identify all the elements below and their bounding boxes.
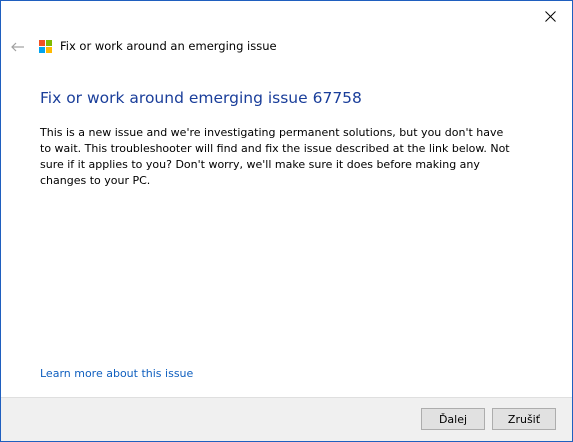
issue-description: This is a new issue and we're investigat…	[40, 126, 510, 187]
learn-more-link[interactable]: Learn more about this issue	[40, 367, 193, 380]
close-button[interactable]	[532, 5, 568, 27]
page-title: Fix or work around emerging issue 67758	[40, 89, 362, 107]
window-header: Fix or work around an emerging issue	[39, 39, 277, 53]
back-button[interactable]	[9, 37, 27, 55]
troubleshooter-window: Fix or work around an emerging issue Fix…	[0, 0, 573, 442]
next-button[interactable]: Ďalej	[421, 408, 485, 430]
button-bar: Ďalej Zrušiť	[1, 397, 572, 441]
windows-logo-icon	[39, 39, 52, 53]
window-title: Fix or work around an emerging issue	[60, 39, 277, 53]
back-arrow-icon	[11, 37, 25, 56]
close-icon	[544, 7, 556, 26]
cancel-button[interactable]: Zrušiť	[492, 408, 556, 430]
